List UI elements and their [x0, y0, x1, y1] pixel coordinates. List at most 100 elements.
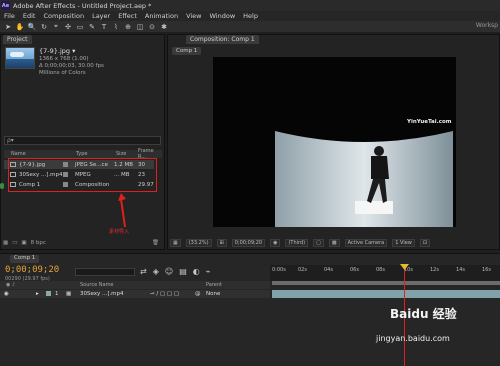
- parent-pickwhip-icon[interactable]: @: [195, 291, 201, 297]
- item-color-depth: Millions of Colors: [39, 70, 86, 76]
- layer-name[interactable]: 30Sexy ...].mp4: [80, 291, 124, 297]
- menu-animation[interactable]: Animation: [141, 12, 182, 20]
- rotate-icon[interactable]: ↻: [39, 22, 49, 31]
- item-duration: Δ 0;00;00;03, 30.00 fps: [39, 63, 104, 69]
- pan-behind-icon[interactable]: ✣: [63, 22, 73, 31]
- menu-composition[interactable]: Composition: [39, 12, 88, 20]
- camera-icon[interactable]: ⌖: [51, 22, 61, 31]
- eraser-icon[interactable]: ◫: [135, 22, 145, 31]
- snapshot-icon[interactable]: ◉: [270, 238, 281, 247]
- layer-index: 1: [55, 291, 59, 297]
- composition-viewer[interactable]: YinYueTai.com: [213, 57, 456, 227]
- new-comp-icon[interactable]: ▣: [21, 240, 26, 246]
- toggle-pixel-aspect-icon[interactable]: ⊡: [419, 238, 431, 247]
- brush-icon[interactable]: ⌇: [111, 22, 121, 31]
- col-type[interactable]: Type: [76, 151, 87, 157]
- ruler-tick: 14s: [456, 267, 465, 273]
- resolution-select[interactable]: (Third): [285, 238, 309, 247]
- layer-duration-bar[interactable]: [272, 290, 500, 298]
- zoom-icon[interactable]: 🔍: [27, 22, 37, 31]
- work-area-bar[interactable]: [272, 281, 500, 285]
- current-time[interactable]: 0;00;09;20: [231, 238, 266, 247]
- layer-label-swatch[interactable]: [46, 291, 51, 296]
- motion-blur-icon[interactable]: ◐: [193, 267, 200, 276]
- hand-icon[interactable]: ✋: [15, 22, 25, 31]
- parent-select[interactable]: None: [206, 291, 220, 297]
- new-folder-icon[interactable]: ▭: [12, 240, 17, 246]
- camera-view-select[interactable]: Active Camera: [344, 238, 388, 247]
- annotation-arrow-icon: [118, 193, 126, 228]
- transparency-grid-icon[interactable]: ▩: [328, 238, 340, 247]
- baidu-jingyan-watermark: Baidu 经验: [390, 307, 457, 321]
- project-footer: ▦ ▭ ▣ 8 bpc 🗑: [3, 239, 163, 247]
- menu-layer[interactable]: Layer: [88, 12, 114, 20]
- tab-project[interactable]: Project: [3, 35, 32, 44]
- side-indicator: [0, 183, 4, 189]
- ruler-tick: 04s: [324, 267, 333, 273]
- menu-file[interactable]: File: [0, 12, 19, 20]
- menu-edit[interactable]: Edit: [19, 12, 40, 20]
- frame-blending-icon[interactable]: ▤: [179, 267, 187, 276]
- text-icon[interactable]: T: [99, 22, 109, 31]
- clone-icon[interactable]: ⊕: [123, 22, 133, 31]
- tab-timeline-comp[interactable]: Comp 1: [10, 255, 40, 263]
- safe-zones-icon[interactable]: ⊞: [216, 238, 227, 247]
- ruler-tick: 02s: [298, 267, 307, 273]
- ruler-tick: 12s: [430, 267, 439, 273]
- project-panel: Project {7-9}.jpg ▾ 1366 x 768 (1.00) Δ …: [0, 34, 165, 250]
- menu-effect[interactable]: Effect: [114, 12, 141, 20]
- window-title: Adobe After Effects - Untitled Project.a…: [13, 1, 152, 10]
- menu-window[interactable]: Window: [206, 12, 240, 20]
- always-preview-icon[interactable]: ▦: [170, 238, 181, 247]
- timeline-current-time[interactable]: 0;00;09;20: [5, 265, 59, 275]
- region-of-interest-icon[interactable]: ▢: [313, 238, 324, 247]
- project-column-headers: Name Type Size Frame R...: [4, 148, 162, 160]
- title-bar: Ae Adobe After Effects - Untitled Projec…: [0, 0, 500, 11]
- layer-switches[interactable]: ⊸ ∕ ▢ ▢ ▢: [150, 291, 179, 297]
- col-name[interactable]: Name: [11, 151, 26, 157]
- ruler-tick: 08s: [376, 267, 385, 273]
- roto-icon[interactable]: ⊙: [147, 22, 157, 31]
- project-search-input[interactable]: ρ▾: [4, 136, 161, 145]
- col-size[interactable]: Size: [116, 151, 126, 157]
- selected-item-name[interactable]: {7-9}.jpg ▾: [39, 47, 75, 55]
- av-features-icon: ◉ ♪: [6, 282, 16, 288]
- zoom-level[interactable]: (33.2%): [185, 238, 212, 247]
- annotation-label: 素材导入: [109, 229, 130, 235]
- timeline-layer-row[interactable]: ◉ ▸ 1 ▦ 30Sexy ...].mp4 ⊸ ∕ ▢ ▢ ▢ @ None: [0, 290, 270, 298]
- menu-help[interactable]: Help: [239, 12, 262, 20]
- ruler-tick: 06s: [350, 267, 359, 273]
- workspace-label[interactable]: Worksp: [476, 22, 498, 29]
- rectangle-icon[interactable]: ▭: [75, 22, 85, 31]
- tab-composition[interactable]: Composition: Comp 1: [186, 35, 259, 44]
- after-effects-logo-icon: Ae: [1, 1, 10, 10]
- interpret-footage-icon[interactable]: ▦: [3, 240, 8, 246]
- timeline-switches: ⇄ ◈ ☺ ▤ ◐ ⌁: [140, 267, 217, 276]
- selection-icon[interactable]: ➤: [3, 22, 13, 31]
- shy-icon[interactable]: ☺: [165, 267, 173, 276]
- timeline-search-input[interactable]: [75, 268, 135, 276]
- view-layout-select[interactable]: 1 View: [392, 238, 415, 247]
- layer-file-icon: ▦: [66, 291, 72, 297]
- col-source-name[interactable]: Source Name: [80, 282, 114, 288]
- tools-panel: ➤ ✋ 🔍 ↻ ⌖ ✣ ▭ ✎ T ⌇ ⊕ ◫ ⊙ ✱ Worksp: [0, 21, 500, 32]
- eye-icon[interactable]: ◉: [4, 291, 9, 297]
- item-thumbnail: [5, 47, 35, 69]
- timeline-column-headers: ◉ ♪ Source Name Parent: [0, 281, 270, 289]
- graph-editor-icon[interactable]: ⌁: [206, 267, 211, 276]
- bpc-label[interactable]: 8 bpc: [31, 240, 46, 246]
- draft-3d-icon[interactable]: ◈: [153, 267, 159, 276]
- col-parent[interactable]: Parent: [206, 282, 222, 288]
- time-ruler[interactable]: 0:00s 02s 04s 06s 08s 10s 12s 14s 16s: [270, 265, 500, 281]
- pen-icon[interactable]: ✎: [87, 22, 97, 31]
- expand-triangle-icon[interactable]: ▸: [36, 291, 39, 297]
- composition-footer: ▦ (33.2%) ⊞ 0;00;09;20 ◉ (Third) ▢ ▩ Act…: [170, 238, 498, 247]
- ruler-tick: 0:00s: [272, 267, 286, 273]
- puppet-icon[interactable]: ✱: [159, 22, 169, 31]
- trash-icon[interactable]: 🗑: [152, 240, 159, 246]
- menu-view[interactable]: View: [182, 12, 205, 20]
- comp-mini-flowchart-icon[interactable]: ⇄: [140, 267, 147, 276]
- comp-viewer-tab[interactable]: Comp 1: [172, 47, 202, 55]
- video-frame-image: [275, 131, 453, 227]
- ruler-tick: 16s: [482, 267, 491, 273]
